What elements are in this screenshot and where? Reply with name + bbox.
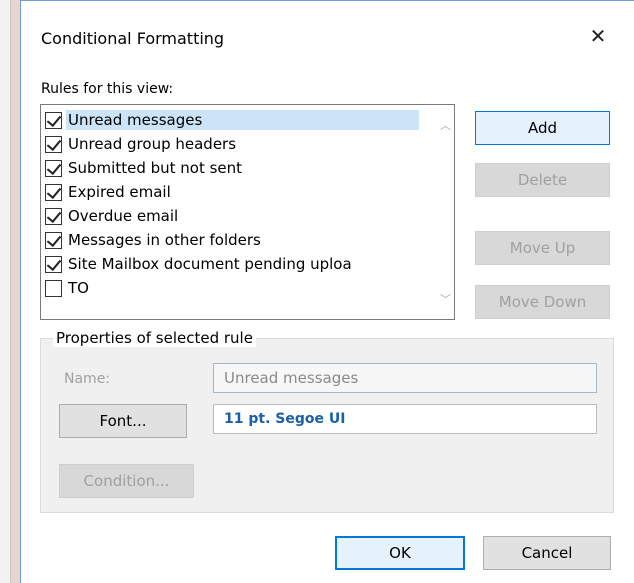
rule-label: Unread messages [66,110,419,130]
move-up-button[interactable]: Move Up [475,231,610,265]
name-label: Name: [64,371,111,387]
checkbox-icon[interactable] [45,279,62,297]
ok-button[interactable]: OK [335,536,465,570]
rule-item-to[interactable]: TO [45,277,419,299]
rules-list[interactable]: Unread messages Unread group headers Sub… [40,104,455,320]
rule-label: Submitted but not sent [68,159,243,177]
cancel-button[interactable]: Cancel [483,536,611,570]
font-button[interactable]: Font... [59,404,187,438]
rule-item-messages-in-other-folders[interactable]: Messages in other folders [45,229,419,251]
checkbox-icon[interactable] [45,231,62,249]
rule-label: Messages in other folders [68,231,261,249]
properties-group-label: Properties of selected rule [53,329,256,347]
checkbox-icon[interactable] [45,111,62,129]
chevron-up-icon[interactable]: ︿ [437,117,454,134]
checkbox-icon[interactable] [45,207,62,225]
rule-item-unread-messages[interactable]: Unread messages [45,109,419,131]
name-field[interactable]: Unread messages [213,363,597,393]
font-value-field: 11 pt. Segoe UI [213,404,597,434]
rules-label: Rules for this view: [41,81,174,97]
conditional-formatting-dialog: Conditional Formatting ✕ Rules for this … [20,0,634,583]
rule-label: Site Mailbox document pending uploa [68,255,352,273]
checkbox-icon[interactable] [45,135,62,153]
dialog-title: Conditional Formatting [41,29,225,48]
background-window-edge [0,0,11,583]
rule-item-site-mailbox-document[interactable]: Site Mailbox document pending uploa [45,253,419,275]
checkbox-icon[interactable] [45,159,62,177]
rule-item-submitted-but-not-sent[interactable]: Submitted but not sent [45,157,419,179]
chevron-down-icon[interactable]: ﹀ [437,291,454,308]
rule-label: Expired email [68,183,171,201]
rule-item-unread-group-headers[interactable]: Unread group headers [45,133,419,155]
rule-label: TO [68,279,89,297]
add-button[interactable]: Add [475,111,610,145]
rule-label: Overdue email [68,207,179,225]
condition-button[interactable]: Condition... [59,464,194,498]
rule-item-overdue-email[interactable]: Overdue email [45,205,419,227]
checkbox-icon[interactable] [45,255,62,273]
rules-scrollbar[interactable]: ︿ ﹀ [437,105,454,319]
delete-button[interactable]: Delete [475,163,610,197]
checkbox-icon[interactable] [45,183,62,201]
rule-label: Unread group headers [68,135,237,153]
close-icon[interactable]: ✕ [587,25,609,47]
rule-item-expired-email[interactable]: Expired email [45,181,419,203]
move-down-button[interactable]: Move Down [475,285,610,319]
